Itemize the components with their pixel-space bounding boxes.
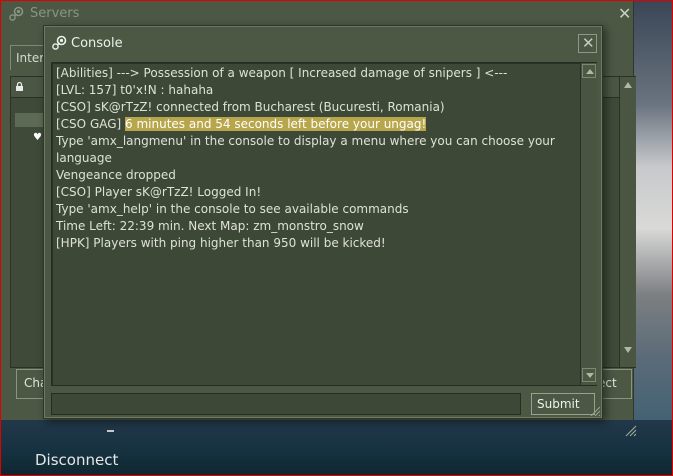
servers-titlebar[interactable]: Servers ✕: [0, 0, 633, 28]
console-line-highlight: 6 minutes and 54 seconds left before you…: [125, 117, 427, 131]
console-line: Vengeance dropped: [56, 168, 176, 182]
submit-button[interactable]: Submit: [531, 393, 595, 415]
servers-title: Servers: [30, 6, 80, 21]
console-line: Type 'amx_langmenu' in the console to di…: [56, 134, 559, 165]
scroll-down-button[interactable]: [582, 368, 596, 382]
scroll-up-arrow-icon: [586, 69, 594, 74]
console-line: Type 'amx_help' in the console to see av…: [56, 202, 409, 216]
disconnect-menu-item[interactable]: Disconnect: [35, 451, 118, 469]
console-output[interactable]: [Abilities] ---> Possession of a weapon …: [51, 62, 597, 386]
lock-icon: [16, 82, 23, 91]
menu-separator: [107, 430, 114, 432]
scroll-down-arrow-icon[interactable]: [624, 347, 632, 353]
resize-grip-icon[interactable]: [624, 424, 637, 437]
console-line: [Abilities] ---> Possession of a weapon …: [56, 66, 508, 80]
console-line: Time Left: 22:39 min. Next Map: zm_monst…: [56, 219, 364, 233]
server-list-scrollbar[interactable]: [619, 77, 636, 367]
console-line: [CSO] sK@rTzZ! connected from Bucharest …: [56, 100, 445, 114]
steam-logo-icon: [9, 6, 24, 21]
console-lines: [Abilities] ---> Possession of a weapon …: [56, 65, 576, 252]
console-line: [HPK] Players with ping higher than 950 …: [56, 236, 386, 250]
console-close-button[interactable]: ✕: [578, 34, 597, 53]
console-window: Console ✕ [Abilities] ---> Possession of…: [43, 25, 603, 419]
close-icon[interactable]: ✕: [618, 4, 631, 23]
scroll-down-arrow-icon: [586, 373, 594, 378]
console-line: [CSO GAG] 6 minutes and 54 seconds left …: [56, 116, 576, 133]
tab-internet-label: Inter: [16, 51, 45, 65]
console-scrollbar[interactable]: [580, 63, 597, 385]
scroll-up-arrow-icon[interactable]: [624, 82, 632, 88]
close-icon: ✕: [582, 34, 595, 52]
console-command-input[interactable]: [51, 393, 521, 415]
submit-label: Submit: [537, 397, 580, 411]
game-background: [633, 0, 673, 476]
console-line-prefix: [CSO GAG]: [56, 117, 126, 131]
console-title: Console: [71, 36, 123, 51]
heart-icon: ♥: [33, 132, 42, 143]
scroll-up-button[interactable]: [582, 64, 596, 78]
console-line: [LVL: 157] t0'x!N : hahaha: [56, 83, 214, 97]
steam-logo-icon: [52, 35, 67, 50]
resize-grip-icon[interactable]: [589, 405, 601, 417]
console-line: [CSO] Player sK@rTzZ! Logged In!: [56, 185, 262, 199]
